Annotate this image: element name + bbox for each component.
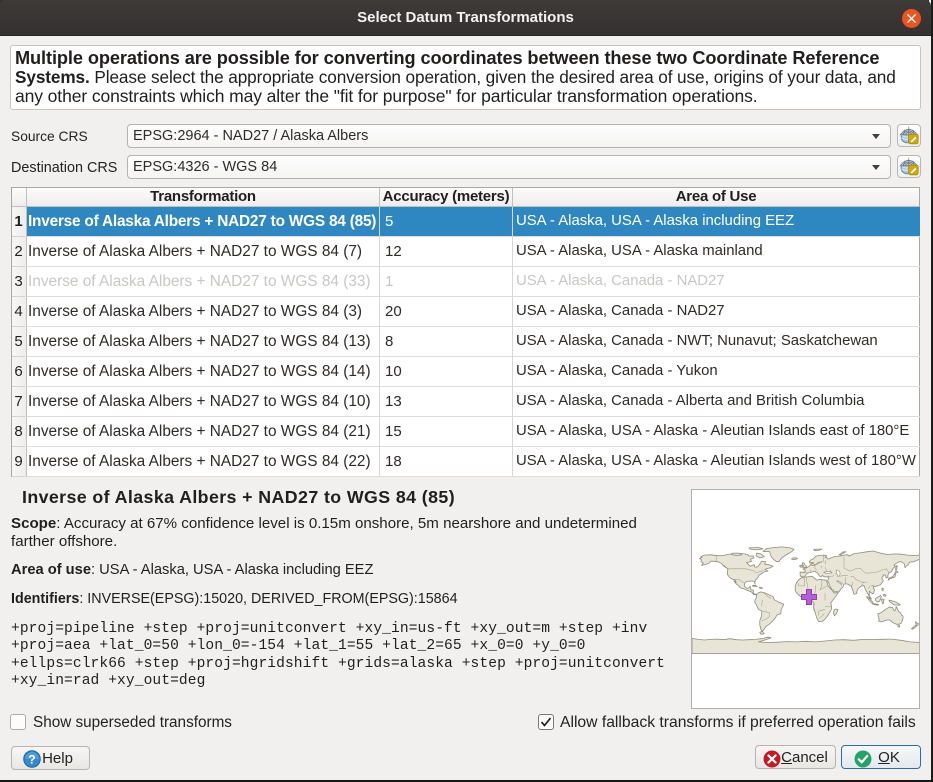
svg-text:?: ? <box>28 752 35 766</box>
